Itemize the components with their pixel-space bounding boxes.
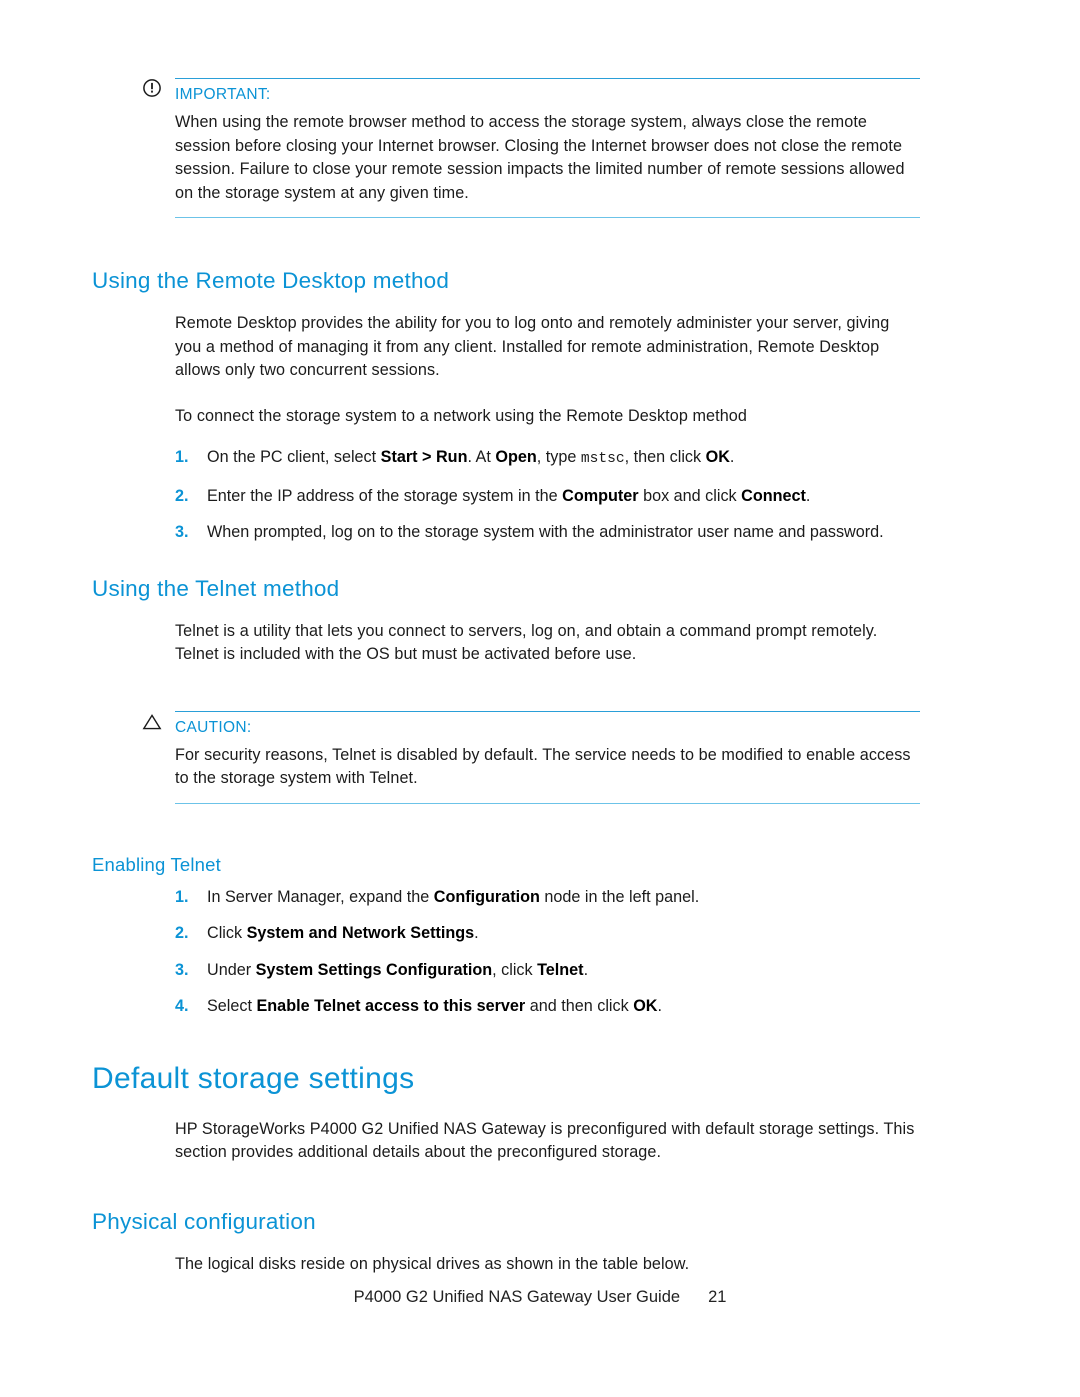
text-run: .: [583, 960, 589, 979]
text-run: Under: [207, 960, 256, 979]
important-admonition: IMPORTANT: When using the remote browser…: [143, 78, 920, 218]
heading-default-storage-settings: Default storage settings: [92, 1061, 415, 1095]
remote-desktop-steps-list: 1. On the PC client, select Start > Run. …: [175, 446, 935, 545]
emphasis-bold: Configuration: [433, 887, 540, 906]
emphasis-bold: Enable Telnet access to this server: [256, 997, 526, 1015]
enabling-telnet-step-item: 4. Select Enable Telnet access to this se…: [175, 995, 935, 1019]
enabling-telnet-step-number: 1.: [175, 887, 189, 906]
remote-desktop-leadin-paragraph: To connect the storage system to a netwo…: [175, 406, 747, 425]
heading-using-telnet-method: Using the Telnet method: [92, 575, 340, 601]
emphasis-bold: Start > Run: [380, 448, 468, 466]
text-run: When prompted, log on to the storage sys…: [207, 523, 884, 541]
enabling-telnet-step-item: 1. In Server Manager, expand the Configur…: [175, 886, 935, 910]
enabling-telnet-steps-list: 1. In Server Manager, expand the Configur…: [175, 886, 935, 1019]
caution-admonition: CAUTION: For security reasons, Telnet is…: [142, 710, 920, 804]
enabling-telnet-step-text: Select Enable Telnet access to this serv…: [207, 997, 662, 1015]
remote-desktop-step-number: 1.: [175, 448, 189, 466]
text-run: .: [657, 997, 662, 1015]
heading-using-remote-desktop-method: Using the Remote Desktop method: [92, 268, 450, 293]
remote-desktop-step-item: 3. When prompted, log on to the storage s…: [175, 521, 935, 545]
important-admonition-label: IMPORTANT:: [175, 86, 271, 103]
remote-desktop-step-text: Enter the IP address of the storage syst…: [207, 487, 810, 505]
text-run: .: [474, 924, 479, 942]
remote-desktop-step-text: When prompted, log on to the storage sys…: [207, 523, 884, 541]
admonition-bottom-rule: [175, 217, 920, 218]
emphasis-bold: System and Network Settings: [246, 924, 475, 942]
enabling-telnet-step-item: 2. Click System and Network Settings.: [175, 922, 935, 946]
enabling-telnet-step-number: 3.: [175, 960, 189, 979]
emphasis-bold: Connect: [741, 486, 806, 505]
enabling-telnet-step-item: 3. Under System Settings Configuration, c…: [175, 959, 935, 983]
exclamation-circle-icon: [143, 79, 161, 97]
text-run: . At: [467, 448, 496, 466]
emphasis-bold: OK: [633, 997, 658, 1015]
enabling-telnet-step-number: 4.: [175, 997, 189, 1015]
text-run: In Server Manager, expand the: [207, 887, 434, 906]
telnet-intro-paragraph: Telnet is a utility that lets you connec…: [175, 621, 878, 664]
text-run: , click: [492, 960, 538, 979]
text-run: , type: [536, 448, 581, 466]
important-admonition-header: IMPORTANT:: [143, 79, 920, 105]
text-run: .: [729, 448, 735, 466]
remote-desktop-step-number: 2.: [175, 486, 189, 505]
text-run: , then click: [624, 448, 706, 466]
important-admonition-text: When using the remote browser method to …: [175, 113, 905, 202]
admonition-top-rule: [175, 78, 920, 79]
footer-page-number: 21: [708, 1288, 727, 1306]
caution-top-rule: [175, 710, 920, 712]
remote-desktop-step-item: 1. On the PC client, select Start > Run. …: [175, 446, 935, 472]
remote-desktop-step-item: 2. Enter the IP address of the storage sy…: [175, 485, 935, 509]
document-page: IMPORTANT: When using the remote browser…: [0, 0, 1080, 1397]
caution-admonition-label: CAUTION:: [175, 718, 252, 736]
enabling-telnet-step-text: Under System Settings Configuration, cli…: [207, 961, 588, 979]
emphasis-bold: Open: [495, 448, 537, 466]
text-run: On the PC client, select: [207, 448, 381, 466]
emphasis-bold: Telnet: [537, 960, 584, 979]
physical-configuration-paragraph: The logical disks reside on physical dri…: [175, 1254, 690, 1273]
emphasis-bold: OK: [705, 448, 730, 466]
text-run: and then click: [525, 997, 634, 1015]
text-run: .: [805, 486, 811, 505]
footer-guide-title: P4000 G2 Unified NAS Gateway User Guide: [353, 1288, 681, 1306]
text-run: Select: [207, 997, 257, 1015]
text-run: box and click: [638, 486, 742, 505]
heading-enabling-telnet: Enabling Telnet: [92, 853, 221, 875]
remote-desktop-step-number: 3.: [175, 523, 189, 541]
emphasis-bold: System Settings Configuration: [255, 960, 493, 979]
text-run: node in the left panel.: [539, 887, 700, 906]
enabling-telnet-step-text: Click System and Network Settings.: [207, 924, 479, 942]
heading-physical-configuration: Physical configuration: [92, 1208, 316, 1234]
page-footer: P4000 G2 Unified NAS Gateway User Guide 2…: [0, 1288, 1080, 1307]
default-storage-intro-paragraph: HP StorageWorks P4000 G2 Unified NAS Gat…: [175, 1119, 915, 1162]
enabling-telnet-step-number: 2.: [175, 924, 189, 942]
caution-admonition-header: CAUTION:: [142, 713, 920, 738]
caution-admonition-text: For security reasons, Telnet is disabled…: [175, 745, 911, 788]
enabling-telnet-step-text: In Server Manager, expand the Configurat…: [207, 888, 699, 906]
warning-triangle-icon: [142, 713, 162, 729]
remote-desktop-step-text: On the PC client, select Start > Run. At…: [207, 448, 735, 467]
text-run: Enter the IP address of the storage syst…: [207, 486, 563, 505]
remote-desktop-intro-paragraph: Remote Desktop provides the ability for …: [175, 314, 890, 379]
inline-code: mstsc: [580, 451, 625, 467]
text-run: Click: [207, 924, 247, 942]
emphasis-bold: Computer: [562, 486, 639, 505]
caution-bottom-rule: [175, 802, 920, 804]
